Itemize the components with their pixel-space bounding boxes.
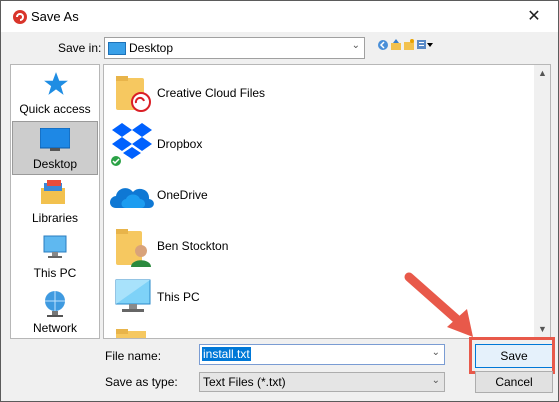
file-name-label: File name: <box>105 349 162 363</box>
place-label: Libraries <box>31 211 79 225</box>
save-in-label: Save in: <box>58 41 102 55</box>
folder-icon <box>108 42 126 55</box>
dropbox-icon <box>111 123 152 166</box>
onedrive-icon <box>110 188 154 208</box>
save-as-dialog: Save As ✕ Save in: Desktop ⌄ Quick acces… <box>0 0 559 402</box>
computer-icon <box>43 235 67 258</box>
file-name-value: install.txt <box>202 347 251 361</box>
chevron-down-icon[interactable]: ⌄ <box>432 347 440 358</box>
chevron-down-icon: ⌄ <box>351 40 360 51</box>
place-this-pc[interactable]: This PC <box>11 231 99 283</box>
network-icon <box>45 291 65 317</box>
place-quick-access[interactable]: Quick access <box>11 67 99 119</box>
save-in-value: Desktop <box>129 41 174 55</box>
new-folder-icon[interactable] <box>404 39 414 51</box>
file-list[interactable]: Creative Cloud Files Dropbox OneDrive Be… <box>103 64 551 339</box>
creative-cloud-folder-icon <box>116 76 151 112</box>
list-item-name: This PC <box>157 290 200 304</box>
list-item[interactable] <box>104 323 524 338</box>
places-bar: Quick access Desktop Libraries This PC N… <box>10 64 100 339</box>
save-as-type-value: Text Files (*.txt) <box>203 375 286 389</box>
place-label: Quick access <box>19 102 91 116</box>
scroll-down-icon[interactable]: ▼ <box>538 324 547 334</box>
list-item-name: OneDrive <box>157 188 208 202</box>
cancel-button[interactable]: Cancel <box>475 371 553 393</box>
chevron-down-icon: ⌄ <box>431 375 440 386</box>
title-bar: Save As ✕ <box>1 1 558 32</box>
list-item[interactable]: Dropbox <box>104 121 524 167</box>
save-in-dropdown[interactable]: Desktop ⌄ <box>104 37 365 59</box>
list-item[interactable]: OneDrive <box>104 172 524 218</box>
app-icon <box>13 10 27 24</box>
list-item-name: Ben Stockton <box>157 239 229 253</box>
up-folder-icon[interactable] <box>391 39 401 51</box>
list-item-name: Dropbox <box>157 137 203 151</box>
desktop-icon <box>40 128 70 151</box>
back-icon[interactable] <box>377 39 389 51</box>
save-as-type-dropdown[interactable]: Text Files (*.txt) ⌄ <box>199 372 445 392</box>
view-menu-icon[interactable] <box>417 39 433 51</box>
place-desktop[interactable]: Desktop <box>12 121 98 175</box>
file-name-input[interactable]: install.txt ⌄ <box>199 344 445 365</box>
save-as-type-label: Save as type: <box>105 375 178 389</box>
place-label: Network <box>32 321 77 335</box>
highlight-box <box>469 337 555 374</box>
close-button[interactable]: ✕ <box>524 7 544 27</box>
place-label: Desktop <box>32 157 78 171</box>
list-item[interactable]: Creative Cloud Files <box>104 70 524 116</box>
list-item[interactable]: This PC <box>104 274 524 320</box>
place-label: This PC <box>33 266 77 280</box>
libraries-icon <box>41 180 65 204</box>
star-icon <box>44 72 68 95</box>
computer-icon <box>115 279 151 312</box>
place-libraries[interactable]: Libraries <box>11 176 99 228</box>
window-title: Save As <box>31 9 79 24</box>
list-item-name: Creative Cloud Files <box>157 86 266 100</box>
folder-icon <box>116 329 146 338</box>
list-item[interactable]: Ben Stockton <box>104 223 524 269</box>
place-network[interactable]: Network <box>11 286 99 338</box>
user-folder-icon <box>116 229 151 267</box>
scroll-up-icon[interactable]: ▲ <box>538 68 547 78</box>
vertical-scrollbar[interactable]: ▲ ▼ <box>534 65 550 338</box>
